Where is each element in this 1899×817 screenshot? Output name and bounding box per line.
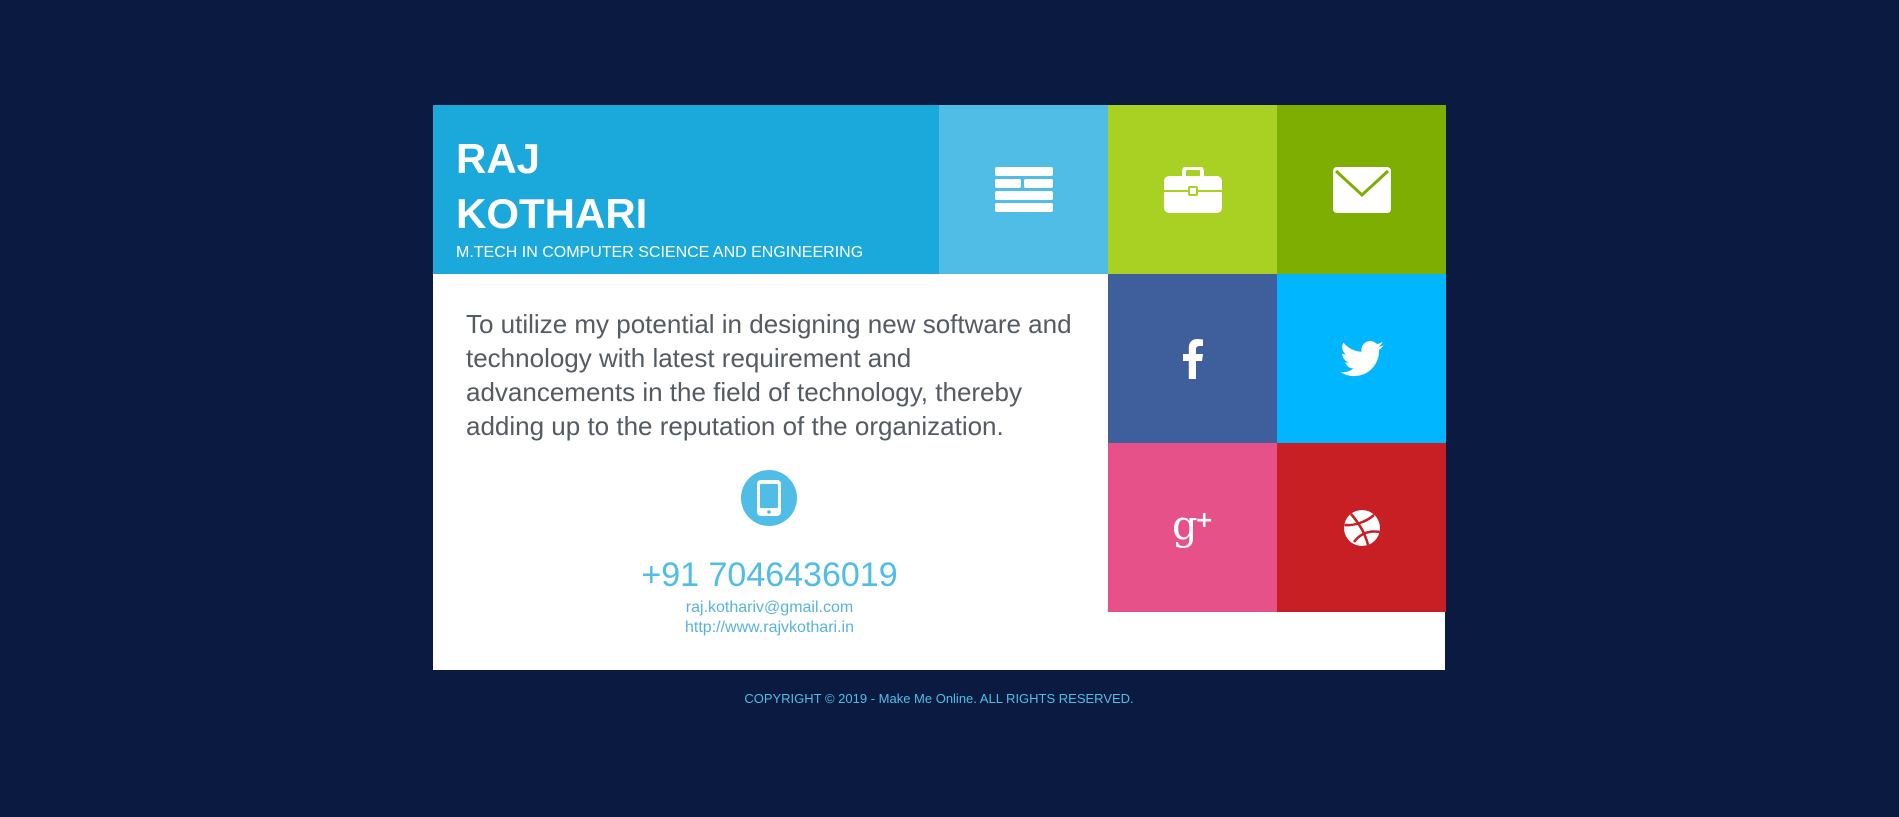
twitter-tile[interactable] <box>1277 274 1446 443</box>
google-plus-icon: g + <box>1172 503 1213 549</box>
degree-title: M.TECH IN COMPUTER SCIENCE AND ENGINEERI… <box>456 244 864 261</box>
facebook-tile[interactable] <box>1108 274 1277 443</box>
twitter-icon <box>1339 340 1384 376</box>
profile-header: RAJ KOTHARI M.TECH IN COMPUTER SCIENCE A… <box>433 105 939 274</box>
svg-text:g: g <box>1172 503 1198 549</box>
portfolio-tile[interactable] <box>1108 105 1277 274</box>
profile-card: RAJ KOTHARI M.TECH IN COMPUTER SCIENCE A… <box>433 105 1446 670</box>
email-link[interactable]: raj.kothariv@gmail.com <box>433 598 1106 618</box>
google-plus-tile[interactable]: g + <box>1108 443 1277 612</box>
dribbble-icon <box>1343 509 1380 546</box>
briefcase-icon <box>1163 166 1222 213</box>
last-name: KOTHARI <box>456 190 648 237</box>
svg-text:+: + <box>1195 508 1213 533</box>
phone-number[interactable]: +91 7046436019 <box>433 555 1106 595</box>
website-link[interactable]: http://www.rajvkothari.in <box>433 618 1106 638</box>
first-name: RAJ <box>456 135 541 182</box>
mobile-phone-icon <box>757 480 781 516</box>
facebook-icon <box>1182 338 1203 379</box>
mail-tile[interactable] <box>1277 105 1446 274</box>
menu-tile[interactable] <box>939 105 1108 274</box>
phone-badge <box>741 470 797 526</box>
mail-icon <box>1332 166 1391 213</box>
menu-icon <box>994 166 1053 212</box>
footer-copyright: COPYRIGHT © 2019 - Make Me Online. ALL R… <box>744 691 1134 706</box>
dribbble-tile[interactable] <box>1277 443 1446 612</box>
career-objective: To utilize my potential in designing new… <box>466 309 1072 441</box>
